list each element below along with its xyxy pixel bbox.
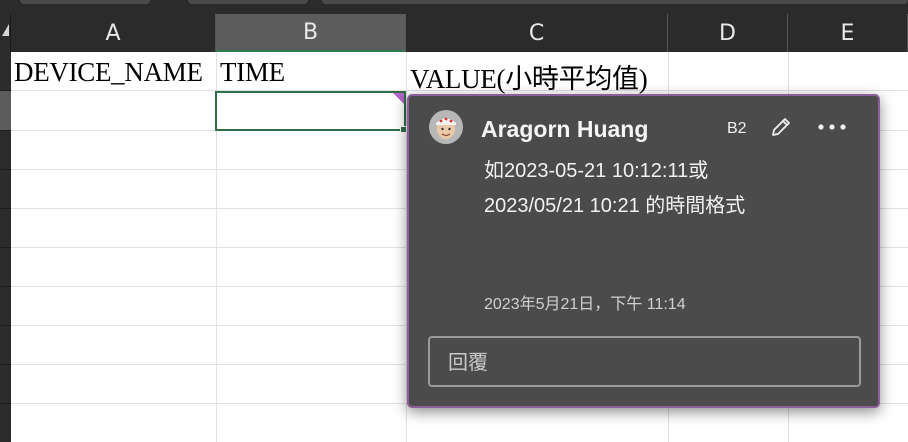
comment-author: Aragorn Huang [481, 116, 649, 142]
user-avatar [429, 110, 463, 144]
column-header-c[interactable]: C [406, 14, 668, 52]
cell-c1[interactable]: VALUE(小時平均值) [410, 57, 648, 96]
comment-indicator-icon[interactable] [393, 93, 404, 104]
comment-card: Aragorn Huang B2 如2023-05-21 10:12:11或 2… [407, 94, 880, 408]
comment-body-line: 如2023-05-21 10:12:11或 [484, 160, 709, 182]
window-top-strip [0, 0, 908, 14]
more-options-button[interactable] [815, 112, 849, 142]
tab-ghost [20, 0, 150, 4]
reply-input[interactable] [428, 336, 861, 387]
tab-ghost [188, 0, 308, 4]
row-header-selected[interactable] [0, 91, 11, 131]
comment-body-line: 2023/05/21 10:21 的時間格式 [484, 195, 746, 217]
select-all-icon [2, 24, 9, 36]
ellipsis-icon [818, 124, 846, 130]
active-cell-b2[interactable] [215, 91, 406, 131]
column-header-d[interactable]: D [668, 14, 788, 52]
column-header-a[interactable]: A [11, 14, 216, 52]
row-headers[interactable] [0, 52, 11, 442]
fill-handle[interactable] [400, 126, 407, 133]
column-header-e[interactable]: E [788, 14, 908, 52]
tab-ghost [322, 0, 908, 4]
edit-comment-button[interactable] [766, 112, 796, 142]
cell-b1[interactable]: TIME [220, 57, 285, 88]
cell-a1[interactable]: DEVICE_NAME [14, 57, 203, 88]
comment-body: 如2023-05-21 10:12:11或 2023/05/21 10:21 的… [484, 154, 745, 224]
pencil-icon [772, 118, 790, 136]
comment-timestamp: 2023年5月21日，下午 11:14 [484, 296, 686, 313]
column-header-b[interactable]: B [216, 14, 406, 52]
comment-cell-ref: B2 [727, 120, 747, 137]
